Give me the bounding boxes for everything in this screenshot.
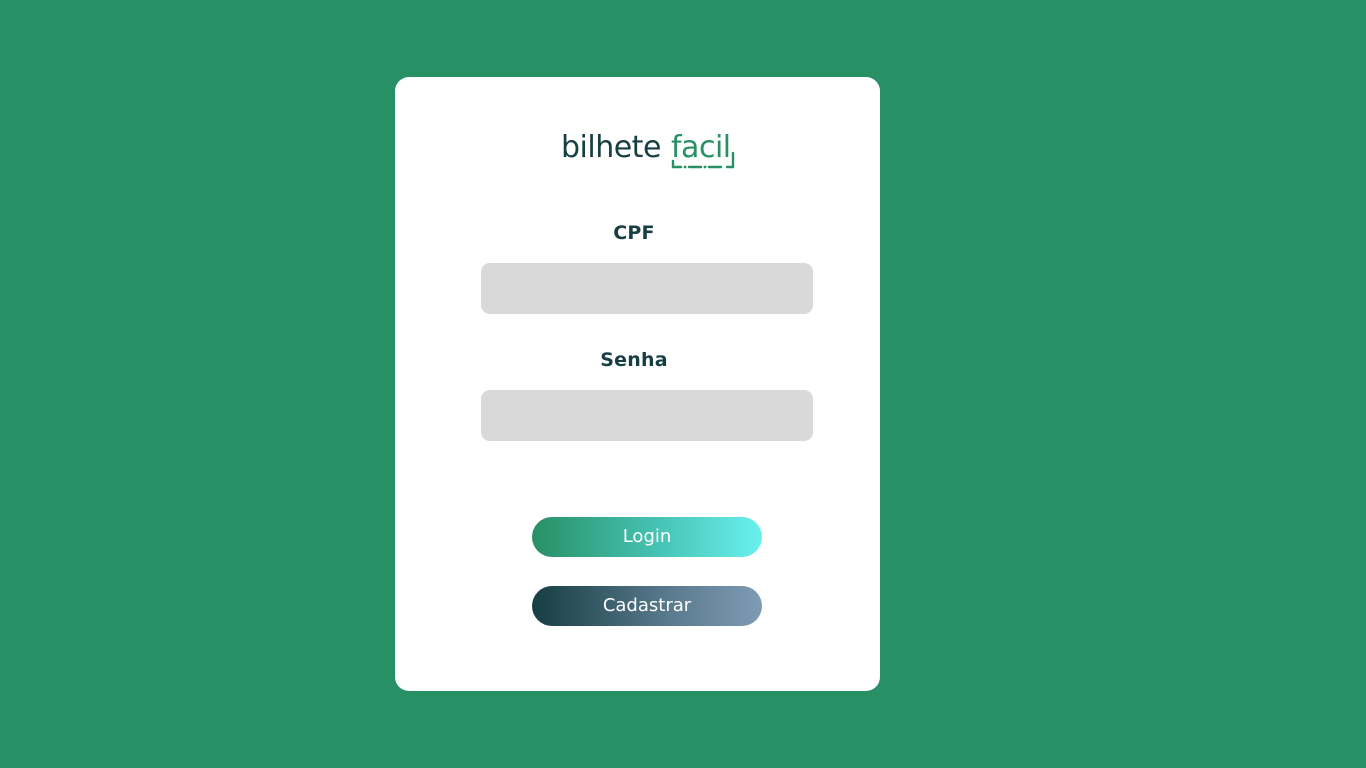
login-button[interactable]: Login bbox=[532, 517, 762, 557]
logo-text-bilhete: bilhete bbox=[561, 130, 661, 165]
senha-input[interactable] bbox=[481, 390, 813, 441]
logo-text-facil: facil bbox=[671, 130, 731, 165]
logo-image: bilhete facil bbox=[561, 130, 735, 169]
bilhetefacil-logo: bilhete facil bbox=[561, 127, 737, 173]
cadastrar-button[interactable]: Cadastrar bbox=[532, 586, 762, 626]
cpf-label: CPF bbox=[613, 222, 655, 244]
login-card: bilhete facil CPF Senha Login Cadastrar bbox=[395, 77, 880, 691]
senha-label: Senha bbox=[600, 349, 668, 371]
cpf-input[interactable] bbox=[481, 263, 813, 314]
